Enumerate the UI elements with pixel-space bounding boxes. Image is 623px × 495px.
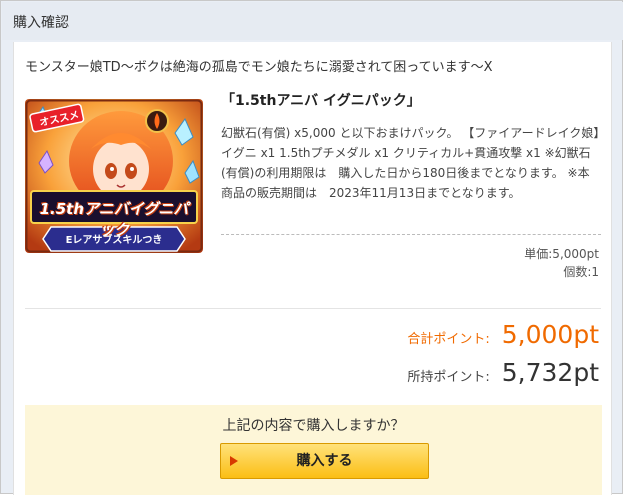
confirm-question: 上記の内容で購入しますか？ — [222, 418, 405, 434]
buy-button-label: 購入する — [296, 453, 353, 469]
dialog-title: 購入確認 — [2, 2, 623, 40]
pack-thumbnail-image: オススメ 1.5thアニバイグニパック Eレアサブスキルつき — [25, 99, 203, 253]
confirm-box: 上記の内容で購入しますか？ 購入する — [25, 405, 602, 495]
purchase-dialog: 購入確認 モンスター娘TD〜ボクは絶海の孤島でモン娘たちに溺愛されて困っています… — [0, 0, 623, 495]
product-description: 幻獣石(有償) x5,000 と以下おまけパック。 【ファイアードレイク娘】イグ… — [221, 126, 600, 200]
buy-button[interactable]: 購入する — [220, 443, 429, 479]
divider — [221, 234, 601, 235]
owned-points-label: 所持ポイント: — [407, 370, 490, 385]
order-meta: 単価:5,000pt 個数:1 — [524, 245, 599, 281]
total-points-label: 合計ポイント: — [407, 332, 490, 347]
purchase-panel: モンスター娘TD〜ボクは絶海の孤島でモン娘たちに溺愛されて困っています〜X オス… — [13, 42, 612, 495]
unit-price: 単価:5,000pt — [524, 247, 599, 261]
game-title: モンスター娘TD〜ボクは絶海の孤島でモン娘たちに溺愛されて困っています〜X — [25, 60, 493, 75]
arrow-right-icon — [230, 456, 238, 466]
product-name: 「1.5thアニバ イグニパック」 — [221, 93, 421, 109]
total-points-row: 合計ポイント: 5,000pt — [407, 320, 599, 349]
total-points-value: 5,000pt — [501, 320, 599, 349]
owned-points-value: 5,732pt — [501, 358, 599, 387]
pack-ribbon-text: Eレアサブスキルつき — [65, 235, 163, 246]
divider — [25, 308, 601, 309]
owned-points-row: 所持ポイント: 5,732pt — [407, 358, 599, 387]
quantity: 個数:1 — [563, 265, 599, 279]
